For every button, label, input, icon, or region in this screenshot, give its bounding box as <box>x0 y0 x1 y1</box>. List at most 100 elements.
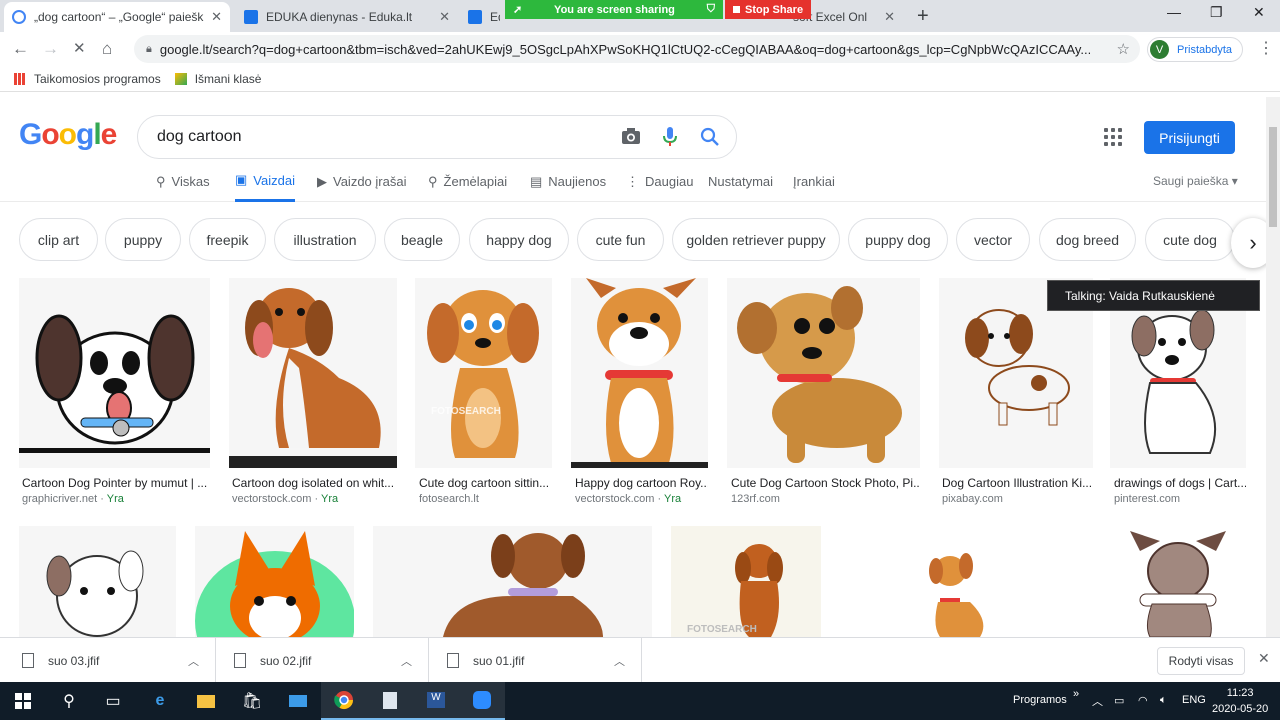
chevron-up-icon[interactable]: ︿ <box>614 653 625 669</box>
wifi-icon[interactable]: ◠ <box>1138 694 1148 707</box>
download-item[interactable]: suo 02.jfif ︿ <box>216 638 429 683</box>
result-caption[interactable]: Cartoon dog isolated on whit... <box>232 476 397 490</box>
search-icon[interactable] <box>700 127 720 152</box>
result-image[interactable] <box>373 526 652 637</box>
chip[interactable]: clip art <box>19 218 98 261</box>
volume-icon[interactable]: 🔈︎ <box>1160 694 1167 707</box>
tab-eduka[interactable]: EDUKA dienynas - Eduka.lt ✕ <box>236 2 458 32</box>
language-indicator[interactable]: ENG <box>1182 694 1206 706</box>
search-query[interactable]: dog cartoon <box>157 128 242 146</box>
close-tab-icon[interactable]: ✕ <box>211 9 222 25</box>
search-icon[interactable]: ⚲ <box>46 682 92 720</box>
show-all-downloads-button[interactable]: Rodyti visas <box>1157 647 1245 675</box>
result-image[interactable] <box>19 526 176 637</box>
chip[interactable]: puppy <box>105 218 181 261</box>
bookmark-star-icon[interactable]: ☆ <box>1117 40 1130 58</box>
microphone-icon[interactable] <box>663 127 677 152</box>
download-item[interactable]: suo 01.jfif ︿ <box>429 638 642 683</box>
word-icon[interactable]: W <box>413 682 459 720</box>
address-bar[interactable]: 🔒︎ google.lt/search?q=dog+cartoon&tbm=is… <box>134 35 1140 63</box>
tab-tools[interactable]: Įrankiai <box>793 173 835 202</box>
mail-icon[interactable] <box>275 682 321 720</box>
maximize-icon[interactable]: ❐ <box>1210 4 1223 21</box>
profile-button[interactable]: V Pristabdyta <box>1147 37 1244 62</box>
chip[interactable]: freepik <box>189 218 266 261</box>
bookmark-smart-class[interactable]: Išmani klasė <box>174 72 261 86</box>
close-icon[interactable]: ✕ <box>1258 650 1270 667</box>
chrome-icon[interactable] <box>321 682 367 720</box>
result-caption[interactable]: Cartoon Dog Pointer by mumut | ... <box>22 476 207 490</box>
result-image[interactable] <box>840 526 1092 637</box>
download-item[interactable]: suo 03.jfif ︿ <box>0 638 216 683</box>
back-arrow-icon[interactable]: ← <box>12 39 29 59</box>
store-icon[interactable]: 🛍︎ <box>229 682 275 720</box>
result-image[interactable] <box>19 278 210 468</box>
result-image[interactable] <box>571 278 708 468</box>
edge-browser-icon[interactable]: e <box>137 682 183 720</box>
home-icon[interactable]: ⌂ <box>102 39 112 59</box>
safe-search-toggle[interactable]: Saugi paieška ▾ <box>1153 174 1238 188</box>
chip[interactable]: vector <box>956 218 1030 261</box>
system-clock[interactable]: 11:23 2020-05-20 <box>1212 685 1268 717</box>
chevron-double-icon[interactable]: » <box>1073 688 1079 700</box>
scrollbar-thumb[interactable] <box>1269 127 1277 227</box>
tab-videos[interactable]: ▶ Vaizdo įrašai <box>317 173 406 202</box>
document-reader-icon[interactable] <box>367 682 413 720</box>
stop-share-button[interactable]: Stop Share <box>725 0 812 19</box>
result-caption[interactable]: Dog Cartoon Illustration Ki... <box>942 476 1092 490</box>
chevron-up-icon[interactable]: ︿ <box>401 653 412 669</box>
result-caption[interactable]: Happy dog cartoon Roy... <box>575 476 708 490</box>
camera-icon[interactable] <box>621 127 641 150</box>
minimize-icon[interactable]: — <box>1167 4 1181 20</box>
close-tab-icon[interactable]: ✕ <box>884 9 895 25</box>
close-tab-icon[interactable]: ✕ <box>439 9 450 25</box>
chevron-up-icon[interactable]: ︿ <box>188 653 199 669</box>
result-image[interactable] <box>229 278 397 468</box>
windows-start-icon[interactable] <box>0 682 46 720</box>
chip[interactable]: illustration <box>274 218 376 261</box>
result-caption[interactable]: Cute Dog Cartoon Stock Photo, Pi... <box>731 476 920 490</box>
chip[interactable]: beagle <box>384 218 460 261</box>
result-image[interactable]: FOTOSEARCH <box>415 278 552 468</box>
result-image[interactable] <box>1110 526 1246 637</box>
tab-news[interactable]: ▤ Naujienos <box>530 173 606 202</box>
battery-icon[interactable]: ▭ <box>1114 694 1124 707</box>
zoom-icon[interactable] <box>459 682 505 720</box>
page-scrollbar[interactable] <box>1266 97 1280 637</box>
result-caption[interactable]: drawings of dogs | Cart... <box>1114 476 1246 490</box>
tab-images[interactable]: ▣ Vaizdai <box>235 172 295 202</box>
sign-in-button[interactable]: Prisijungti <box>1144 121 1235 154</box>
chrome-menu-icon[interactable]: ⋮ <box>1258 38 1274 58</box>
google-logo[interactable]: Google <box>19 118 117 152</box>
chip[interactable]: dog breed <box>1039 218 1136 261</box>
lock-icon: 🔒︎ <box>146 42 152 55</box>
new-tab-button[interactable]: + <box>917 5 929 28</box>
chevron-up-icon[interactable]: ︿ <box>1092 693 1103 709</box>
result-image[interactable]: FOTOSEARCH <box>671 526 821 637</box>
bookmark-apps[interactable]: Taikomosios programos <box>14 72 161 86</box>
tab-all[interactable]: ⚲ Viskas <box>156 173 210 202</box>
tab-maps[interactable]: ⚲ Žemėlapiai <box>428 173 507 202</box>
chip[interactable]: golden retriever puppy <box>672 218 840 261</box>
file-explorer-icon[interactable] <box>183 682 229 720</box>
chip[interactable]: cute dog <box>1145 218 1235 261</box>
programs-label[interactable]: Programos <box>1013 694 1067 706</box>
tab-eduka-2[interactable]: Edu <box>460 2 508 32</box>
search-box[interactable]: dog cartoon <box>137 115 737 159</box>
tab-google-search[interactable]: „dog cartoon“ – „Google“ paiešk ✕ <box>4 2 230 32</box>
task-view-icon[interactable]: ▭ <box>90 682 136 720</box>
result-image[interactable] <box>195 526 354 637</box>
close-window-icon[interactable]: ✕ <box>1253 4 1265 21</box>
chip[interactable]: happy dog <box>469 218 569 261</box>
result-image[interactable] <box>727 278 920 468</box>
stop-loading-icon[interactable]: ✕ <box>73 39 86 57</box>
chip[interactable]: cute fun <box>577 218 664 261</box>
tab-settings[interactable]: Nustatymai <box>708 173 773 202</box>
stop-icon <box>733 6 740 13</box>
forward-arrow-icon[interactable]: → <box>42 39 59 59</box>
result-caption[interactable]: Cute dog cartoon sittin... <box>419 476 552 490</box>
tab-more[interactable]: ⋮ Daugiau <box>626 173 693 202</box>
google-apps-icon[interactable] <box>1104 128 1122 146</box>
chip[interactable]: puppy dog <box>848 218 948 261</box>
file-icon <box>22 653 34 668</box>
